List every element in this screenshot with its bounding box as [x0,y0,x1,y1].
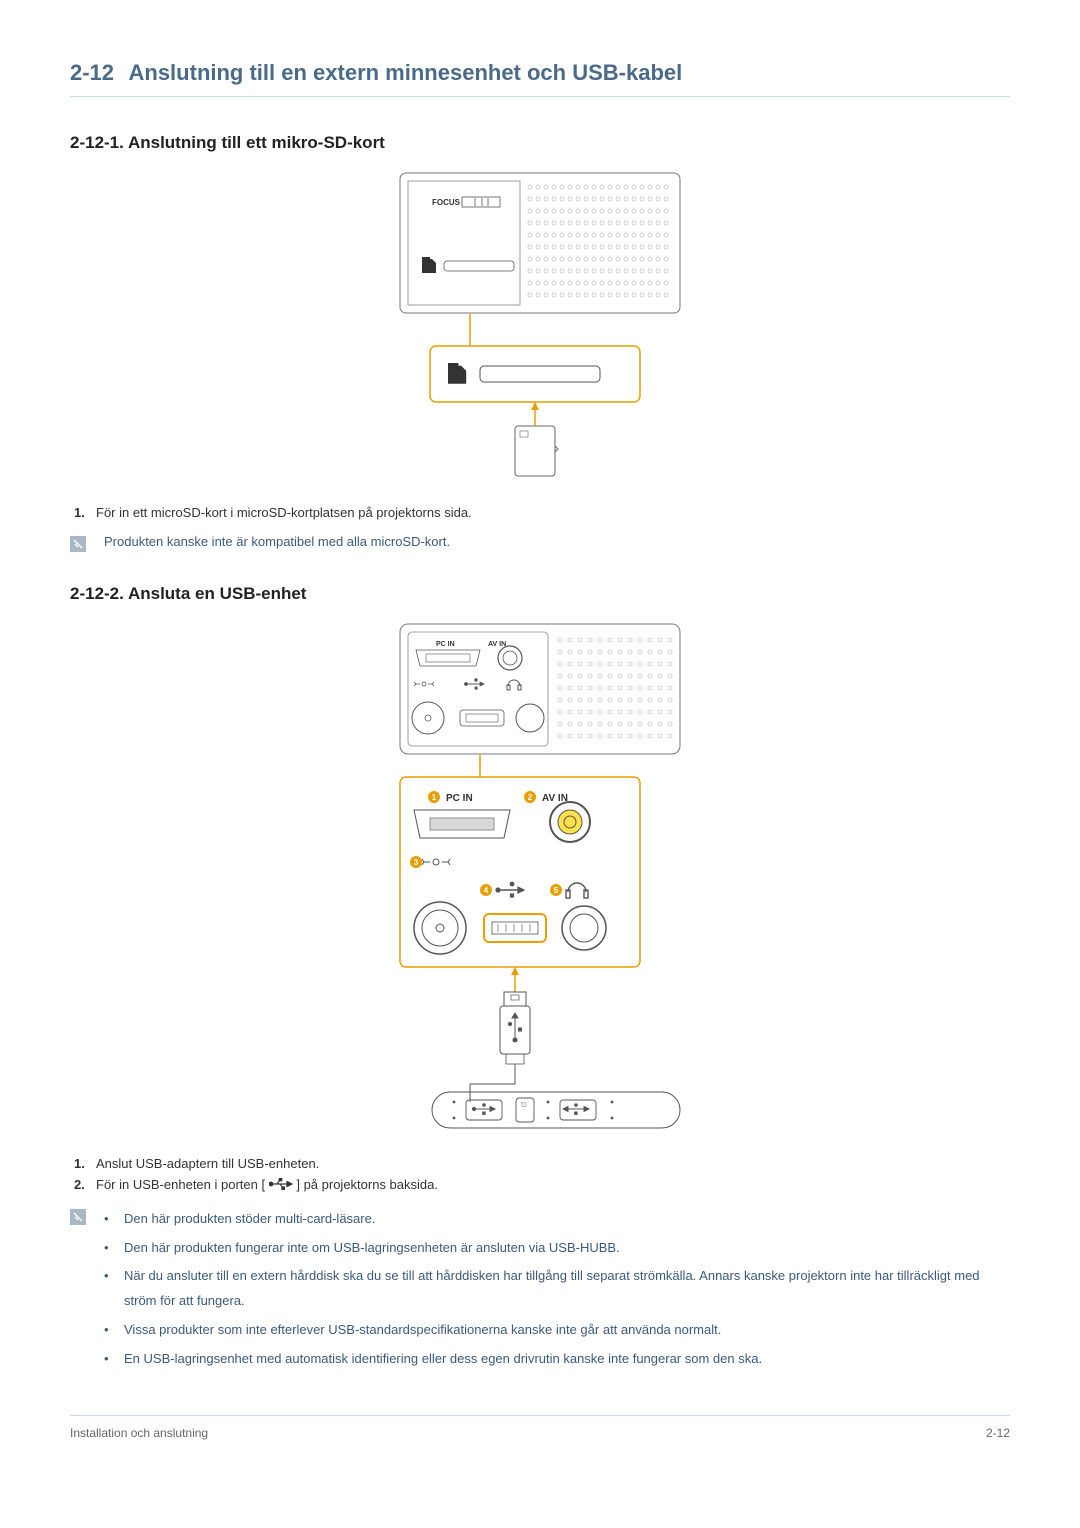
section-header: 2-12 Anslutning till en extern minnesenh… [70,60,1010,97]
note: •Den här produkten stöder multi-card-läs… [70,1207,1010,1375]
step-text-a: För in USB-enheten i porten [ [96,1177,265,1192]
svg-text:⎋: ⎋ [521,1101,527,1109]
svg-text:AV IN: AV IN [488,641,506,648]
section-number: 2-12 [70,60,114,85]
svg-text:2: 2 [528,793,533,802]
footer-left: Installation och anslutning [70,1426,208,1440]
list-item: •När du ansluter till en extern hårddisk… [104,1264,1010,1313]
step-number: 2. [74,1177,90,1193]
section-title: Anslutning till en extern minnesenhet oc… [129,60,683,85]
focus-label: FOCUS [432,198,461,207]
subsection-2-heading: 2-12-2. Ansluta en USB-enhet [70,584,1010,604]
note-icon [70,536,86,552]
usb-icon [269,1178,293,1193]
note-list: •Den här produkten stöder multi-card-läs… [104,1207,1010,1371]
list-item: •Den här produkten stöder multi-card-läs… [104,1207,1010,1232]
list-item: 1. Anslut USB-adaptern till USB-enheten. [70,1156,1010,1171]
page-footer: Installation och anslutning 2-12 [70,1415,1010,1440]
svg-text:3: 3 [414,858,419,867]
list-item: 2. För in USB-enheten i porten [ ] på pr… [70,1177,1010,1193]
svg-text:PC IN: PC IN [436,641,455,648]
pc-in-label: PC IN [446,793,473,804]
note-text: Produkten kanske inte är kompatibel med … [104,534,1010,549]
step-number: 1. [74,1156,90,1171]
svg-text:1: 1 [432,793,437,802]
subsection-1-heading: 2-12-1. Anslutning till ett mikro-SD-kor… [70,133,1010,153]
svg-text:5: 5 [554,886,559,895]
step-number: 1. [74,505,90,520]
step-text-b: ] på projektorns baksida. [296,1177,438,1192]
step-text: För in USB-enheten i porten [ ] på proje… [96,1177,438,1193]
note-icon [70,1209,86,1225]
figure-usb: PC IN AV IN [70,622,1010,1132]
list-item: •Vissa produkter som inte efterlever USB… [104,1318,1010,1343]
list-item: •Den här produkten fungerar inte om USB-… [104,1236,1010,1261]
list-item: •En USB-lagringsenhet med automatisk ide… [104,1347,1010,1372]
figure-sd-card: FOCUS [70,171,1010,481]
list-item: 1. För in ett microSD-kort i microSD-kor… [70,505,1010,520]
footer-right: 2-12 [986,1426,1010,1440]
note: Produkten kanske inte är kompatibel med … [70,534,1010,552]
step-text: För in ett microSD-kort i microSD-kortpl… [96,505,472,520]
step-text: Anslut USB-adaptern till USB-enheten. [96,1156,319,1171]
svg-text:4: 4 [484,886,489,895]
